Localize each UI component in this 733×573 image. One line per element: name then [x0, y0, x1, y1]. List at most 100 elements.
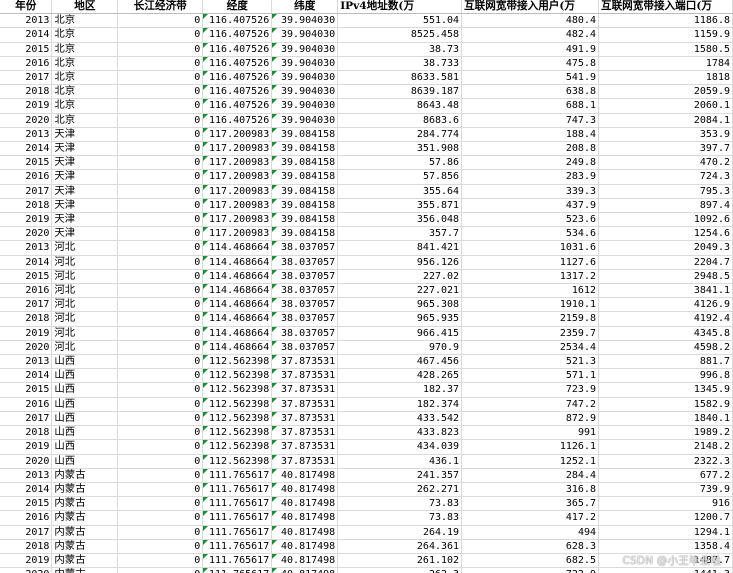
latitude-cell[interactable]: 39.084158 — [271, 127, 339, 143]
broadband-users-cell[interactable]: 521.3 — [461, 354, 599, 370]
broadband-ports-cell[interactable]: 996.8 — [598, 368, 733, 384]
region-cell[interactable]: 河北 — [51, 311, 119, 327]
broadband-users-cell[interactable]: 1031.6 — [461, 240, 599, 256]
region-cell[interactable]: 河北 — [51, 269, 119, 285]
latitude-cell[interactable]: 37.873531 — [271, 439, 339, 455]
yangtze-belt-cell[interactable]: 0 — [117, 84, 204, 100]
region-cell[interactable]: 河北 — [51, 283, 119, 299]
yangtze-belt-cell[interactable]: 0 — [117, 311, 204, 327]
year-cell[interactable]: 2018 — [0, 539, 53, 554]
ipv4-cell[interactable]: 262.271 — [337, 482, 463, 498]
yangtze-belt-cell[interactable]: 0 — [117, 98, 204, 114]
latitude-cell[interactable]: 39.084158 — [271, 212, 339, 228]
broadband-users-cell[interactable]: 316.8 — [461, 482, 599, 498]
longitude-cell[interactable]: 117.200983 — [202, 169, 273, 185]
longitude-cell[interactable]: 117.200983 — [202, 226, 273, 242]
longitude-cell[interactable]: 116.407526 — [202, 42, 273, 57]
year-cell[interactable]: 2014 — [0, 255, 53, 270]
ipv4-cell[interactable]: 357.7 — [337, 226, 463, 242]
latitude-cell[interactable]: 39.904030 — [271, 42, 339, 57]
region-cell[interactable]: 山西 — [51, 439, 119, 455]
year-cell[interactable]: 2013 — [0, 13, 53, 29]
latitude-cell[interactable]: 39.904030 — [271, 84, 339, 100]
latitude-cell[interactable]: 39.084158 — [271, 184, 339, 199]
latitude-cell[interactable]: 40.817498 — [271, 567, 339, 573]
broadband-users-cell[interactable]: 722.9 — [461, 567, 599, 573]
broadband-ports-cell[interactable]: 1159.9 — [598, 27, 733, 43]
region-cell[interactable]: 天津 — [51, 169, 119, 185]
broadband-users-cell[interactable]: 284.4 — [461, 468, 599, 483]
yangtze-belt-cell[interactable]: 0 — [117, 525, 204, 540]
yangtze-belt-cell[interactable]: 0 — [117, 255, 204, 270]
year-cell[interactable]: 2017 — [0, 297, 53, 313]
region-cell[interactable]: 河北 — [51, 297, 119, 313]
broadband-ports-cell[interactable]: 4192.4 — [598, 311, 733, 327]
longitude-cell[interactable]: 111.765617 — [202, 525, 273, 540]
ipv4-cell[interactable]: 73.83 — [337, 510, 463, 526]
yangtze-belt-cell[interactable]: 0 — [117, 354, 204, 370]
header-latitude[interactable]: 纬度 — [271, 0, 339, 15]
yangtze-belt-cell[interactable]: 0 — [117, 510, 204, 526]
latitude-cell[interactable]: 37.873531 — [271, 382, 339, 398]
latitude-cell[interactable]: 39.084158 — [271, 169, 339, 185]
broadband-users-cell[interactable]: 1252.1 — [461, 454, 599, 469]
broadband-ports-cell[interactable]: 4345.8 — [598, 326, 733, 341]
broadband-ports-cell[interactable]: 353.9 — [598, 127, 733, 143]
broadband-ports-cell[interactable]: 3841.1 — [598, 283, 733, 299]
broadband-ports-cell[interactable]: 4126.9 — [598, 297, 733, 313]
broadband-ports-cell[interactable]: 881.7 — [598, 354, 733, 370]
broadband-users-cell[interactable]: 682.5 — [461, 553, 599, 569]
broadband-users-cell[interactable]: 688.1 — [461, 98, 599, 114]
broadband-ports-cell[interactable]: 1840.1 — [598, 411, 733, 427]
region-cell[interactable]: 天津 — [51, 212, 119, 228]
broadband-users-cell[interactable]: 1126.1 — [461, 439, 599, 455]
latitude-cell[interactable]: 38.037057 — [271, 340, 339, 356]
ipv4-cell[interactable]: 38.73 — [337, 42, 463, 57]
broadband-ports-cell[interactable]: 1345.9 — [598, 382, 733, 398]
longitude-cell[interactable]: 116.407526 — [202, 56, 273, 72]
year-cell[interactable]: 2017 — [0, 184, 53, 199]
year-cell[interactable]: 2015 — [0, 42, 53, 57]
broadband-users-cell[interactable]: 1612 — [461, 283, 599, 299]
year-cell[interactable]: 2015 — [0, 269, 53, 285]
broadband-users-cell[interactable]: 491.9 — [461, 42, 599, 57]
broadband-ports-cell[interactable]: 724.3 — [598, 169, 733, 185]
broadband-ports-cell[interactable]: 916 — [598, 496, 733, 512]
longitude-cell[interactable]: 112.562398 — [202, 354, 273, 370]
year-cell[interactable]: 2016 — [0, 169, 53, 185]
year-cell[interactable]: 2014 — [0, 482, 53, 498]
region-cell[interactable]: 天津 — [51, 198, 119, 214]
year-cell[interactable]: 2016 — [0, 397, 53, 412]
ipv4-cell[interactable]: 355.871 — [337, 198, 463, 214]
ipv4-cell[interactable]: 262.3 — [337, 567, 463, 573]
region-cell[interactable]: 山西 — [51, 397, 119, 412]
latitude-cell[interactable]: 38.037057 — [271, 283, 339, 299]
region-cell[interactable]: 天津 — [51, 127, 119, 143]
latitude-cell[interactable]: 37.873531 — [271, 454, 339, 469]
header-longitude[interactable]: 经度 — [202, 0, 273, 15]
yangtze-belt-cell[interactable]: 0 — [117, 468, 204, 483]
latitude-cell[interactable]: 39.904030 — [271, 70, 339, 86]
year-cell[interactable]: 2014 — [0, 27, 53, 43]
ipv4-cell[interactable]: 434.039 — [337, 439, 463, 455]
yangtze-belt-cell[interactable]: 0 — [117, 113, 204, 128]
year-cell[interactable]: 2016 — [0, 56, 53, 72]
latitude-cell[interactable]: 40.817498 — [271, 539, 339, 554]
latitude-cell[interactable]: 37.873531 — [271, 397, 339, 412]
yangtze-belt-cell[interactable]: 0 — [117, 155, 204, 171]
longitude-cell[interactable]: 117.200983 — [202, 212, 273, 228]
ipv4-cell[interactable]: 264.19 — [337, 525, 463, 540]
longitude-cell[interactable]: 116.407526 — [202, 84, 273, 100]
broadband-users-cell[interactable]: 2159.8 — [461, 311, 599, 327]
longitude-cell[interactable]: 116.407526 — [202, 113, 273, 128]
longitude-cell[interactable]: 111.765617 — [202, 553, 273, 569]
latitude-cell[interactable]: 37.873531 — [271, 425, 339, 441]
year-cell[interactable]: 2019 — [0, 212, 53, 228]
ipv4-cell[interactable]: 551.04 — [337, 13, 463, 29]
region-cell[interactable]: 北京 — [51, 113, 119, 128]
year-cell[interactable]: 2019 — [0, 439, 53, 455]
broadband-users-cell[interactable]: 534.6 — [461, 226, 599, 242]
year-cell[interactable]: 2015 — [0, 496, 53, 512]
latitude-cell[interactable]: 39.084158 — [271, 141, 339, 157]
year-cell[interactable]: 2018 — [0, 84, 53, 100]
